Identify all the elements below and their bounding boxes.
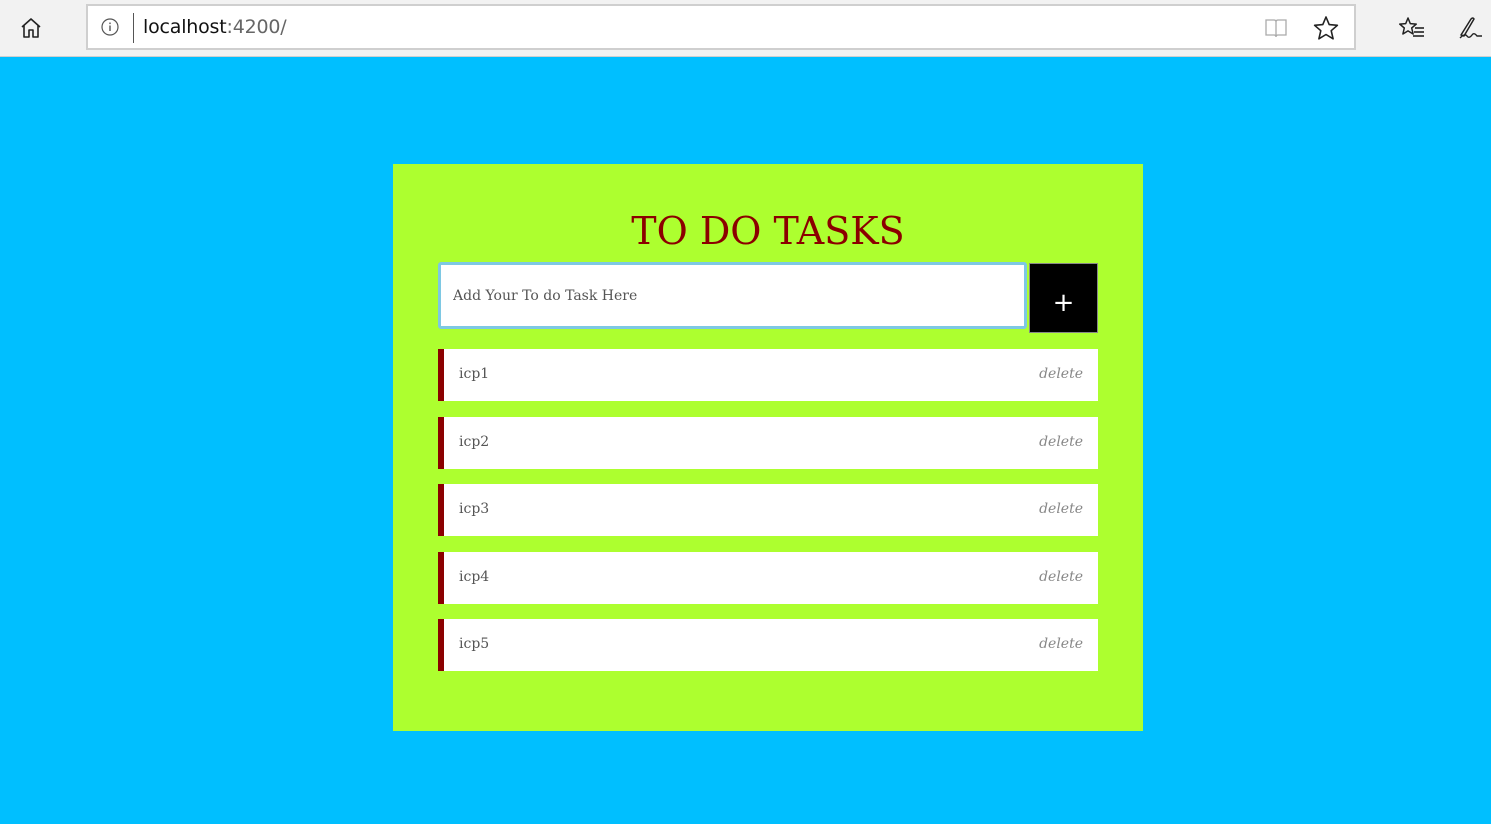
browser-toolbar: localhost:4200/ (0, 0, 1491, 57)
info-icon[interactable] (101, 18, 119, 36)
favorites-button[interactable] (1392, 8, 1432, 48)
task-label: icp5 (459, 636, 490, 652)
task-label: icp3 (459, 501, 490, 517)
plus-icon: + (1052, 288, 1075, 318)
task-list: icp1 delete icp2 delete icp3 delete icp4… (438, 349, 1098, 687)
delete-button[interactable]: delete (1039, 569, 1083, 585)
task-label: icp4 (459, 568, 490, 585)
delete-button[interactable]: delete (1039, 366, 1083, 382)
favorites-list-icon (1399, 17, 1424, 37)
reading-view-icon[interactable] (1264, 16, 1288, 40)
star-icon[interactable] (1313, 15, 1339, 41)
home-icon (21, 18, 41, 38)
task-item: icp2 delete (438, 416, 1098, 469)
task-item: icp5 delete (438, 619, 1098, 671)
task-label: icp1 (459, 366, 490, 382)
task-item: icp1 delete (438, 349, 1098, 401)
task-item: icp3 delete (438, 484, 1098, 536)
add-task-button[interactable]: + (1029, 263, 1098, 333)
url-host: localhost (143, 16, 227, 38)
delete-button[interactable]: delete (1039, 501, 1083, 517)
home-button[interactable] (11, 8, 51, 48)
url-path: :4200/ (226, 16, 287, 38)
task-label: icp2 (459, 433, 490, 450)
delete-button[interactable]: delete (1039, 434, 1083, 450)
delete-button[interactable]: delete (1039, 636, 1083, 652)
address-bar[interactable]: localhost:4200/ (86, 4, 1356, 50)
web-notes-button[interactable] (1450, 8, 1490, 48)
todo-card: TO DO TASKS + icp1 delete icp2 delete ic… (393, 164, 1143, 731)
page-title: TO DO TASKS (631, 209, 905, 253)
task-item: icp4 delete (438, 551, 1098, 604)
task-input[interactable] (438, 262, 1027, 329)
pen-icon (1459, 17, 1482, 39)
address-separator (133, 13, 134, 43)
url-text[interactable]: localhost:4200/ (143, 16, 287, 38)
